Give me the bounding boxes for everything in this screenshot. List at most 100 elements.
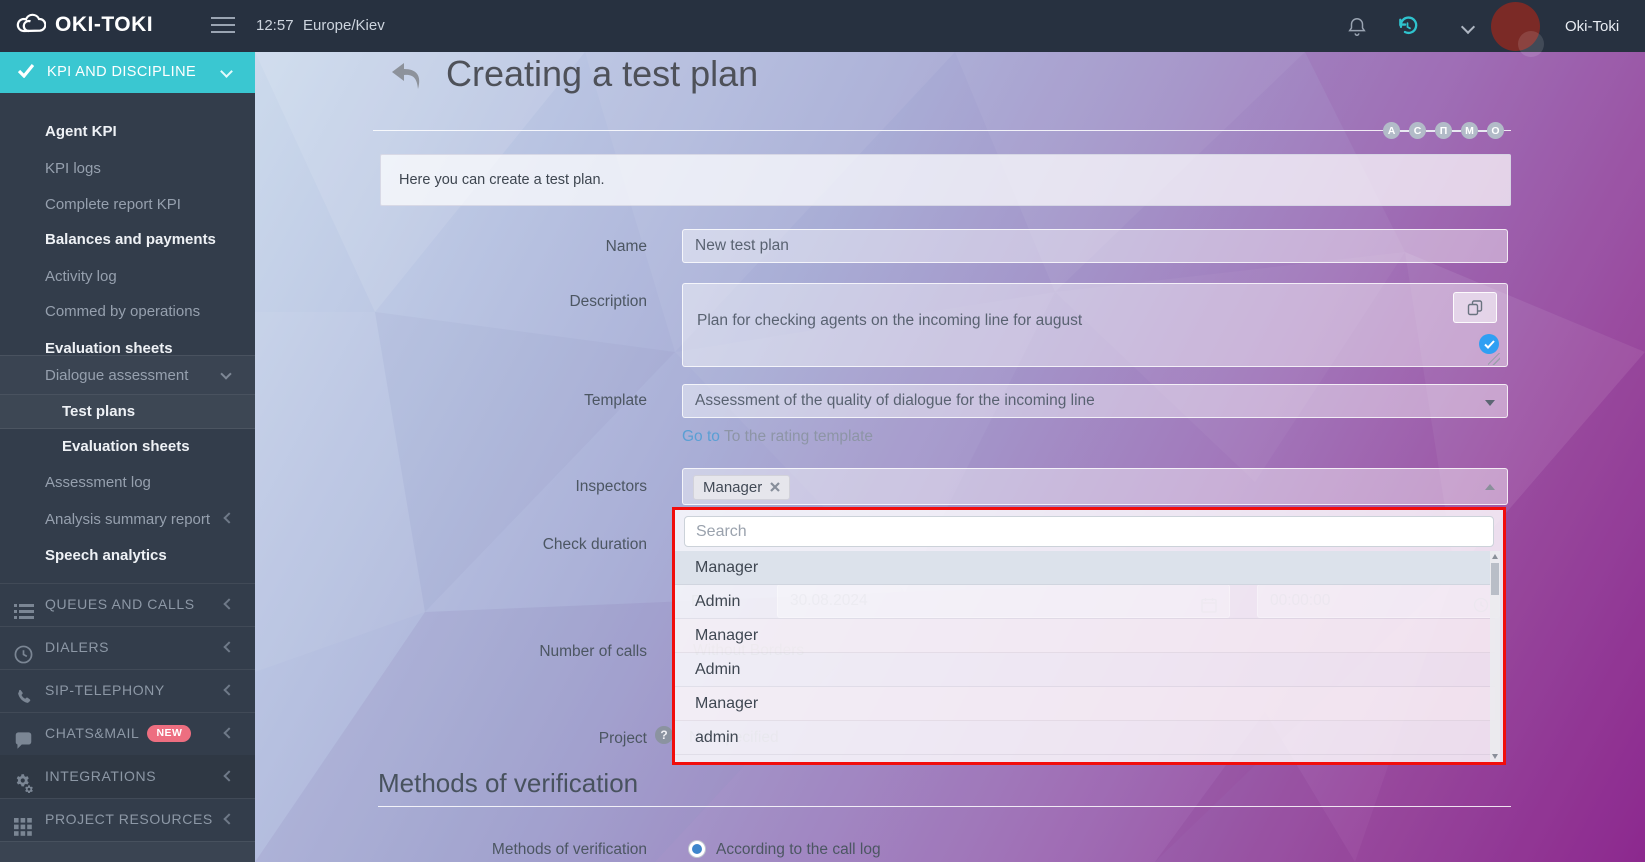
- inspectors-multiselect[interactable]: Manager: [682, 468, 1508, 505]
- cloud-logo-icon: [16, 11, 46, 38]
- resize-handle[interactable]: [1488, 353, 1500, 365]
- scrollbar-thumb[interactable]: [1491, 563, 1499, 595]
- chevron-left-icon: [223, 727, 234, 738]
- sidebar: KPI AND DISCIPLINE Agent KPI KPI logs Co…: [0, 52, 255, 862]
- menu-toggle-icon[interactable]: [211, 17, 235, 35]
- account-chevron-down-icon[interactable]: [1461, 20, 1475, 34]
- remove-tag-icon[interactable]: [770, 480, 780, 495]
- sidebar-item-speech-analytics[interactable]: Speech analytics: [0, 538, 255, 574]
- clock-time: 12:57: [256, 17, 294, 34]
- chevron-down-icon: [220, 65, 233, 78]
- title-divider: [373, 130, 1511, 131]
- app-window: OKI-TOKI 12:57 Europe/Kiev Oki-Toki: [0, 0, 1645, 862]
- sidebar-section-integrations[interactable]: INTEGRATIONS: [0, 755, 255, 798]
- sidebar-section-dialers[interactable]: DIALERS: [0, 626, 255, 669]
- sidebar-section-queues-and-calls[interactable]: QUEUES AND CALLS: [0, 583, 255, 626]
- info-banner: Here you can create a test plan.: [380, 154, 1511, 206]
- avatar[interactable]: [1491, 2, 1540, 51]
- sidebar-item-agent-kpi[interactable]: Agent KPI: [0, 114, 255, 150]
- grid-icon: [14, 810, 34, 830]
- sidebar-section-label: QUEUES AND CALLS: [45, 596, 195, 612]
- sidebar-item-kpi-logs[interactable]: KPI logs: [0, 151, 255, 187]
- sidebar-item-label: Dialogue assessment: [0, 358, 255, 394]
- step-badge-p[interactable]: П: [1435, 122, 1452, 139]
- dropdown-option[interactable]: Manager: [675, 619, 1495, 653]
- confirm-check-icon[interactable]: [1479, 334, 1499, 354]
- sidebar-section-kpi-discipline[interactable]: KPI AND DISCIPLINE: [0, 52, 255, 93]
- sidebar-section-label: DIALERS: [45, 639, 109, 655]
- sidebar-section-chats-mail[interactable]: CHATS&MAIL NEW: [0, 712, 255, 755]
- history-icon[interactable]: [1396, 15, 1419, 43]
- description-text: Plan for checking agents on the incoming…: [697, 312, 1082, 330]
- chevron-left-icon: [223, 813, 234, 824]
- phone-icon: [14, 681, 34, 701]
- back-arrow-icon[interactable]: [388, 60, 426, 94]
- name-input[interactable]: [682, 229, 1508, 263]
- inspector-tag-label: Manager: [703, 479, 762, 496]
- dropdown-option[interactable]: Manager: [675, 687, 1495, 721]
- sidebar-section-label: SIP-TELEPHONY: [45, 682, 165, 698]
- dropdown-option[interactable]: Manager: [675, 551, 1495, 585]
- chevron-left-icon: [223, 684, 234, 695]
- dropdown-search-input[interactable]: [684, 516, 1494, 547]
- section-divider: [378, 806, 1511, 807]
- call-log-radio-label: According to the call log: [716, 841, 881, 859]
- sidebar-item-label: Test plans: [0, 394, 255, 430]
- template-value: Assessment of the quality of dialogue fo…: [695, 392, 1095, 409]
- chat-bubble-icon: [14, 724, 34, 744]
- description-textarea[interactable]: Plan for checking agents on the incoming…: [682, 283, 1508, 367]
- sidebar-item-assessment-log[interactable]: Assessment log: [0, 465, 255, 501]
- goto-link[interactable]: Go to: [682, 428, 720, 445]
- step-badge-a[interactable]: А: [1383, 122, 1400, 139]
- page-title: Creating a test plan: [446, 53, 758, 95]
- scroll-up-icon[interactable]: [1492, 554, 1498, 559]
- sidebar-item-dialogue-assessment[interactable]: Dialogue assessment: [0, 355, 255, 395]
- step-badge-m[interactable]: М: [1461, 122, 1478, 139]
- sidebar-item-complete-report-kpi[interactable]: Complete report KPI: [0, 187, 255, 223]
- sidebar-section-label: INTEGRATIONS: [45, 768, 156, 784]
- step-badge-c[interactable]: С: [1409, 122, 1426, 139]
- dropdown-scrollbar[interactable]: [1490, 551, 1500, 762]
- dropdown-option[interactable]: Admin: [675, 585, 1495, 619]
- sidebar-section-project-resources[interactable]: PROJECT RESOURCES: [0, 798, 255, 841]
- description-label: Description: [373, 293, 647, 311]
- caret-down-icon: [1485, 400, 1495, 406]
- new-badge: NEW: [147, 725, 191, 742]
- call-log-radio[interactable]: [688, 840, 706, 858]
- methods-label: Methods of verification: [373, 841, 647, 859]
- template-select[interactable]: Assessment of the quality of dialogue fo…: [682, 384, 1508, 418]
- sidebar-section-sip-telephony[interactable]: SIP-TELEPHONY: [0, 669, 255, 712]
- gears-icon: [14, 767, 34, 787]
- list-icon: [14, 595, 34, 615]
- sidebar-item-activity-log[interactable]: Activity log: [0, 259, 255, 295]
- sidebar-item-test-plans[interactable]: Test plans: [0, 395, 255, 429]
- chevron-left-icon: [223, 598, 234, 609]
- top-bar: OKI-TOKI 12:57 Europe/Kiev Oki-Toki: [0, 0, 1645, 52]
- timezone-label[interactable]: Europe/Kiev: [303, 17, 385, 34]
- sidebar-item-balances-payments[interactable]: Balances and payments: [0, 222, 255, 258]
- chevron-left-icon: [223, 770, 234, 781]
- template-label: Template: [373, 392, 647, 410]
- step-badges: А С П М О: [1383, 122, 1504, 139]
- sidebar-item-analysis-summary-report[interactable]: Analysis summary report: [0, 502, 255, 538]
- dropdown-option[interactable]: admin: [675, 721, 1495, 755]
- caret-up-icon: [1485, 484, 1495, 490]
- chevron-left-icon: [223, 641, 234, 652]
- account-name[interactable]: Oki-Toki: [1565, 18, 1619, 35]
- sidebar-section-label: PROJECT RESOURCES: [45, 811, 213, 827]
- sidebar-section-label: CHATS&MAIL: [45, 725, 139, 741]
- help-question-icon[interactable]: ?: [655, 726, 673, 744]
- app-logo[interactable]: OKI-TOKI: [16, 11, 153, 38]
- copy-icon[interactable]: [1453, 292, 1497, 323]
- template-goto-line: Go to To the rating template: [682, 428, 873, 446]
- goto-text: To the rating template: [724, 428, 873, 445]
- notifications-bell-icon[interactable]: [1346, 16, 1368, 43]
- project-label: Project: [373, 730, 647, 748]
- dropdown-option[interactable]: Admin: [675, 653, 1495, 687]
- scroll-down-icon[interactable]: [1492, 754, 1498, 759]
- step-badge-o[interactable]: О: [1487, 122, 1504, 139]
- inspector-tag: Manager: [693, 475, 790, 500]
- dropdown-options-list: Manager Admin Manager Admin Manager admi…: [675, 551, 1503, 762]
- sidebar-item-commed-by-operations[interactable]: Commed by operations: [0, 294, 255, 330]
- sidebar-item-evaluation-sheets-sub[interactable]: Evaluation sheets: [0, 429, 255, 465]
